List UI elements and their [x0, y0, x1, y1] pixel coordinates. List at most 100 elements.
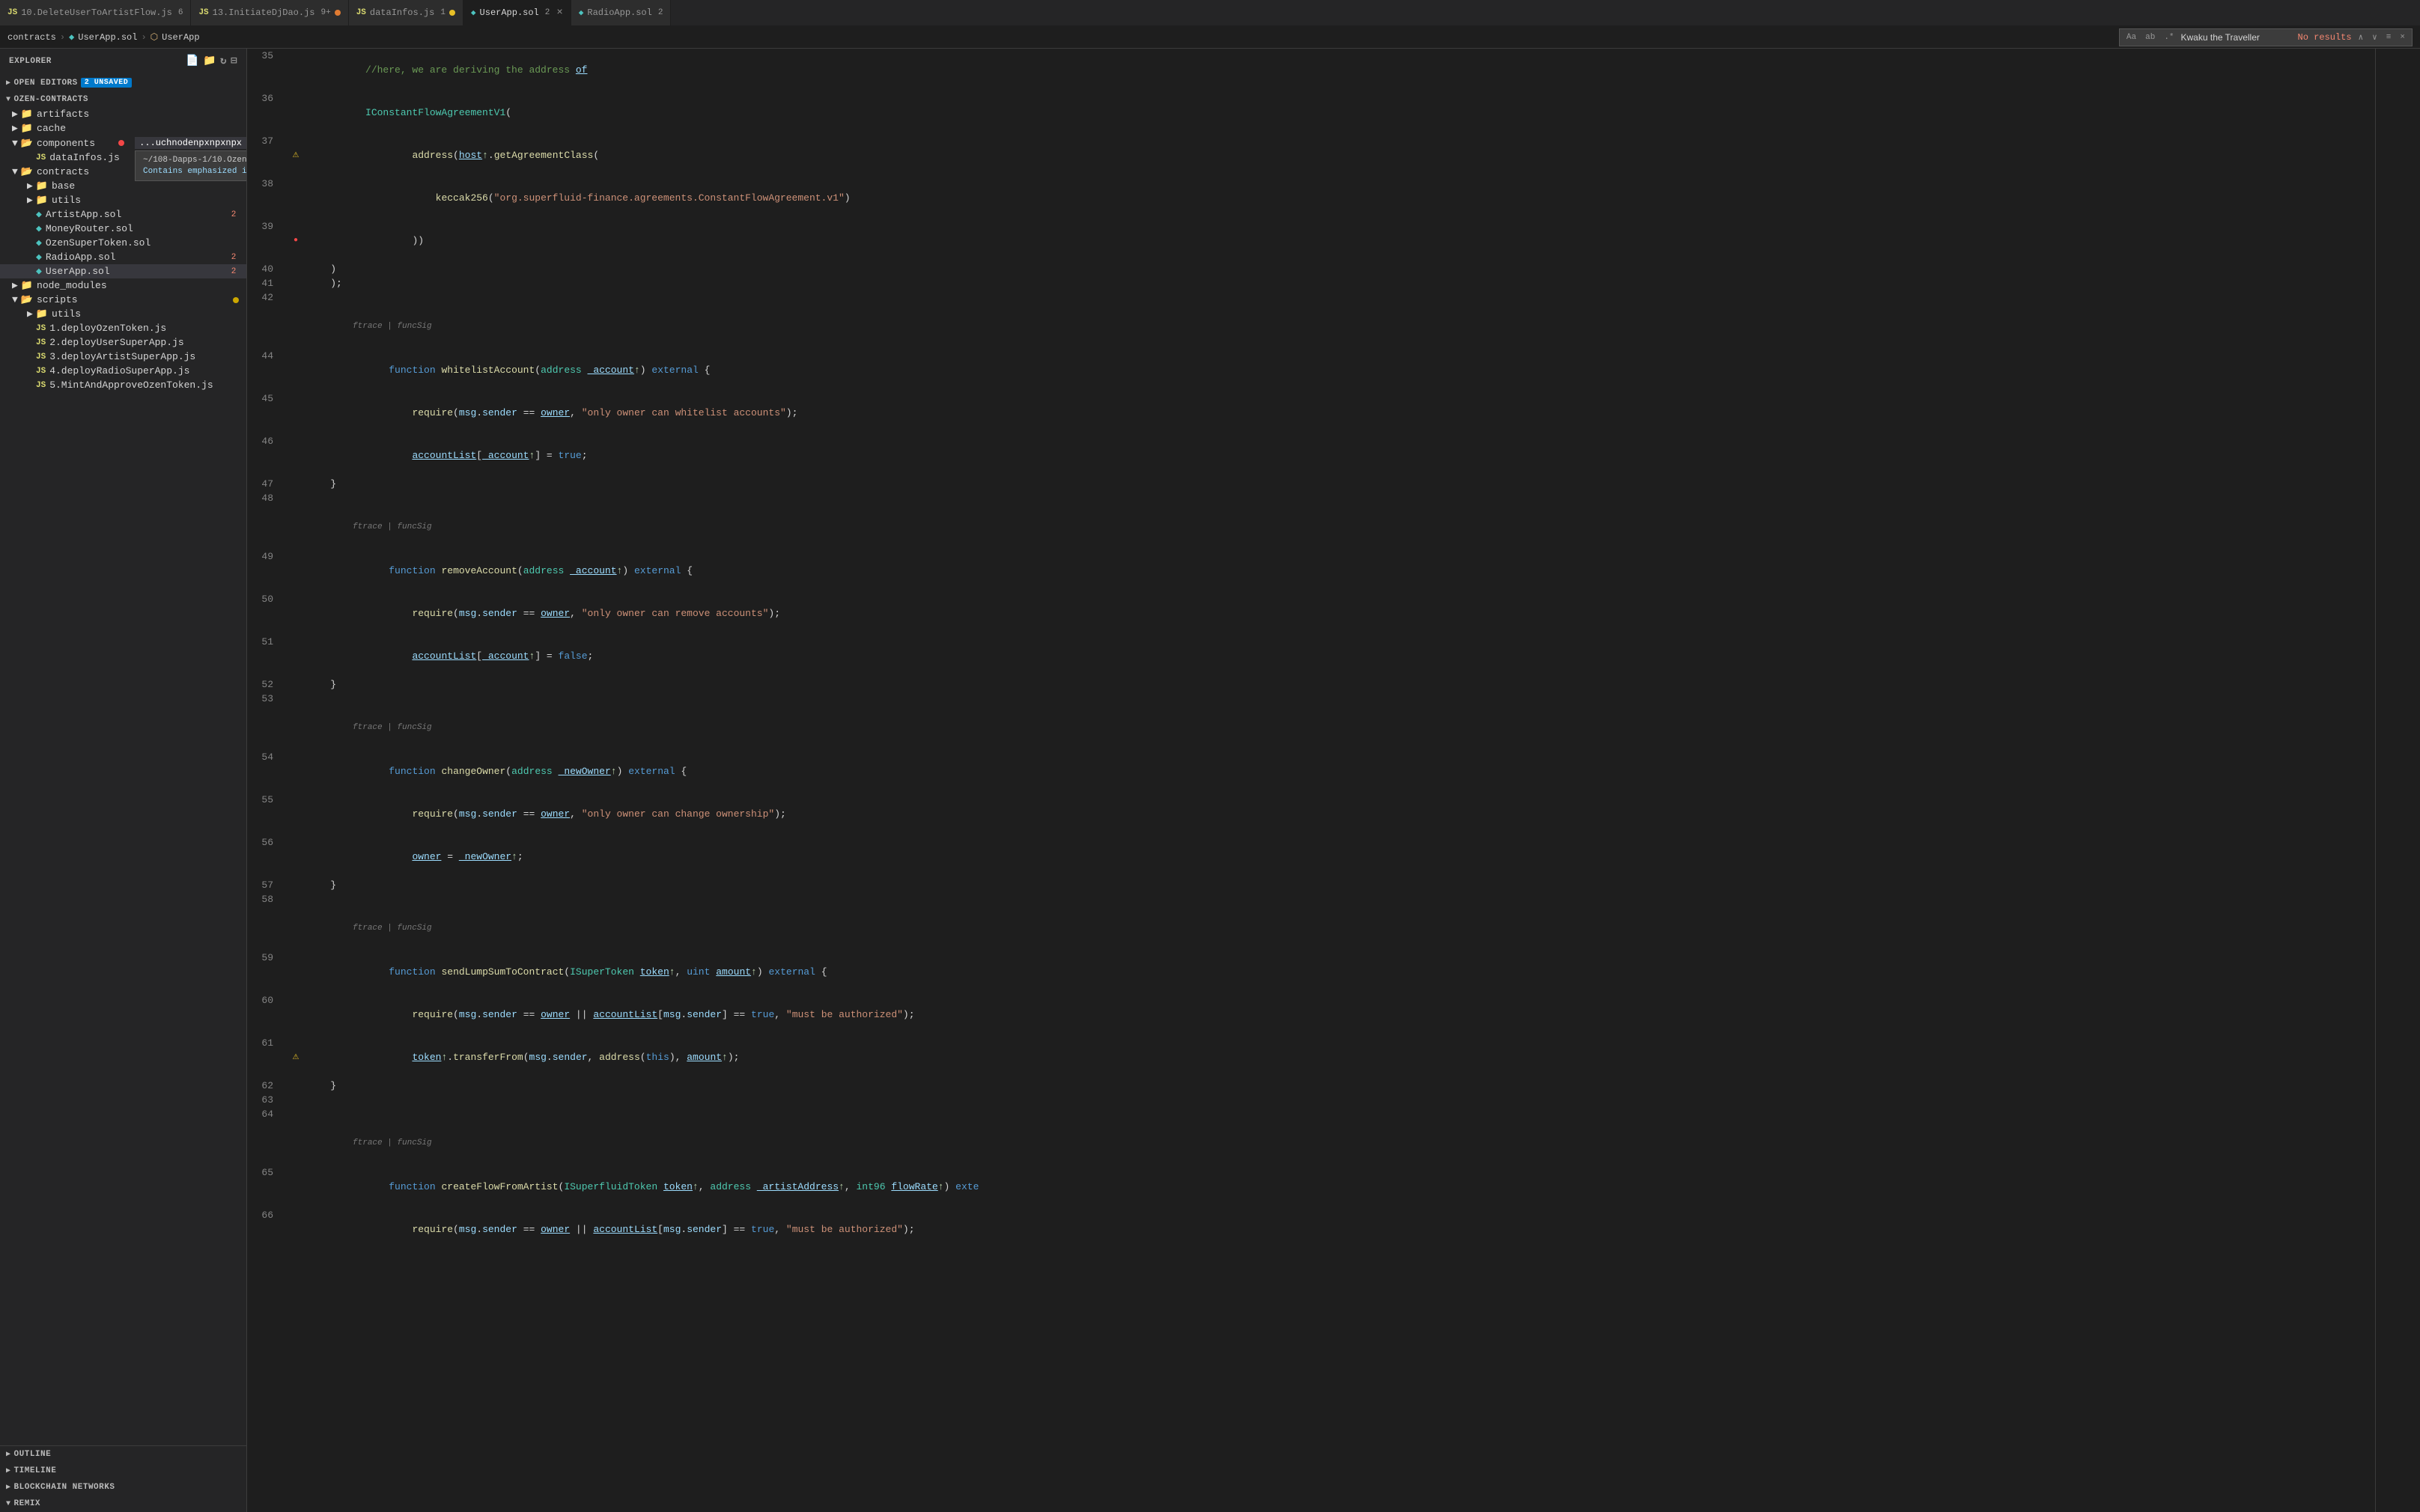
sol-file-icon: ◆ — [36, 209, 42, 220]
search-ab-icon[interactable]: ab — [2143, 32, 2157, 43]
line-number: 60 — [247, 993, 288, 1036]
tab-close-button[interactable]: × — [556, 7, 562, 19]
chevron-right-icon: ▶ — [12, 280, 18, 291]
folder-icon: 📁 — [36, 195, 48, 206]
outline-section[interactable]: ▶ OUTLINE — [0, 1446, 246, 1463]
tab-label: UserApp.sol — [480, 7, 539, 18]
folder-open-icon: 📂 — [21, 138, 33, 149]
line-gutter — [288, 906, 303, 951]
line-content: require(msg.sender == owner || accountLi… — [303, 1208, 2375, 1251]
line-number: 56 — [247, 835, 288, 878]
sidebar-item-node-modules[interactable]: ▶ 📁 node_modules — [0, 278, 246, 293]
code-line-47: 47 } — [247, 477, 2375, 491]
search-aa-icon[interactable]: Aa — [2124, 32, 2138, 43]
sidebar-item-deploy1[interactable]: JS 1.deployOzenToken.js — [0, 321, 246, 335]
sol-icon: ◆ — [471, 7, 476, 18]
collapse-icon[interactable]: ⊟ — [231, 55, 237, 67]
tab-10-delete[interactable]: JS 10.DeleteUserToArtistFlow.js 6 — [0, 0, 191, 25]
sidebar-item-deploy4[interactable]: JS 4.deployRadioSuperApp.js — [0, 364, 246, 378]
sidebar-item-userapp[interactable]: ◆ UserApp.sol 2 — [0, 264, 246, 278]
unsaved-badge: 2 UNSAVED — [81, 78, 133, 88]
tab-badge: 2 — [545, 8, 550, 17]
js-icon: JS — [7, 8, 17, 17]
sidebar-item-deploy2[interactable]: JS 2.deployUserSuperApp.js — [0, 335, 246, 350]
chevron-icon: ▶ — [6, 79, 11, 88]
chevron-right-icon: ▶ — [12, 109, 18, 120]
search-close-icon[interactable]: × — [2398, 32, 2407, 43]
sidebar-item-deploy5[interactable]: JS 5.MintAndApproveOzenToken.js — [0, 378, 246, 392]
breadcrumb-contracts[interactable]: contracts — [7, 32, 56, 43]
line-gutter-warning: ⚠ — [288, 134, 303, 177]
line-number: 51 — [247, 635, 288, 677]
search-prev-icon[interactable]: ∧ — [2356, 31, 2366, 43]
sidebar-item-utils-scripts[interactable]: ▶ 📁 utils — [0, 307, 246, 321]
sidebar-item-cache[interactable]: ▶ 📁 cache — [0, 121, 246, 135]
sidebar-item-utils-contracts[interactable]: ▶ 📁 utils — [0, 193, 246, 207]
line-number: 66 — [247, 1208, 288, 1251]
tab-radioapp[interactable]: ◆ RadioApp.sol 2 — [571, 0, 672, 25]
line-content — [303, 491, 2375, 505]
blockchain-section[interactable]: ▶ BLOCKCHAIN NETWORKS — [0, 1479, 246, 1496]
sidebar-item-scripts[interactable]: ▼ 📂 scripts — [0, 293, 246, 307]
code-line-46: 46 accountList[_account↑] = true; — [247, 434, 2375, 477]
line-content: function removeAccount(address _account↑… — [303, 549, 2375, 592]
tab-label: 13.InitiateDjDao.js — [213, 7, 315, 18]
sidebar-item-radioapp[interactable]: ◆ RadioApp.sol 2 — [0, 250, 246, 264]
line-number: 38 — [247, 177, 288, 219]
tab-userapp[interactable]: ◆ UserApp.sol 2 × — [463, 0, 571, 25]
code-line-64: 64 — [247, 1107, 2375, 1121]
folder-icon: 📁 — [36, 180, 48, 192]
project-title[interactable]: ▼ OZEN-CONTRACTS — [0, 92, 246, 107]
sidebar-item-moneyrouter[interactable]: ◆ MoneyRouter.sol — [0, 222, 246, 236]
line-number: 65 — [247, 1165, 288, 1208]
line-content — [303, 290, 2375, 305]
sidebar-item-deploy3[interactable]: JS 3.deployArtistSuperApp.js — [0, 350, 246, 364]
sidebar-header-icons: 📄 📁 ↻ ⊟ — [186, 55, 237, 67]
tree-item-label: base — [52, 180, 246, 192]
tab-13-initiate[interactable]: JS 13.InitiateDjDao.js 9+ — [191, 0, 348, 25]
js-file-icon: JS — [36, 338, 46, 347]
sidebar-item-artistapp[interactable]: ◆ ArtistApp.sol 2 — [0, 207, 246, 222]
search-input[interactable]: Kwaku the Traveller — [2181, 32, 2293, 43]
code-editor[interactable]: 35 //here, we are deriving the address o… — [247, 49, 2375, 1512]
tab-badge: 6 — [178, 8, 183, 17]
error-badge: 2 — [228, 253, 239, 262]
search-regex-icon[interactable]: .* — [2162, 32, 2176, 43]
tab-label: 10.DeleteUserToArtistFlow.js — [21, 7, 172, 18]
timeline-section[interactable]: ▶ TIMELINE — [0, 1463, 246, 1479]
line-content: IConstantFlowAgreementV1( — [303, 91, 2375, 134]
sidebar-item-components[interactable]: ▼ 📂 components ...uchnodenpxnpxnpx ~/108… — [0, 135, 246, 150]
search-menu-icon[interactable]: ≡ — [2384, 32, 2394, 43]
blockchain-label: BLOCKCHAIN NETWORKS — [14, 1483, 115, 1492]
timeline-label: TIMELINE — [14, 1466, 57, 1475]
line-content — [303, 1093, 2375, 1107]
line-content — [303, 692, 2375, 706]
chevron-down-icon: ▼ — [12, 138, 18, 149]
tab-datainfos[interactable]: JS dataInfos.js 1 — [349, 0, 463, 25]
line-number: 63 — [247, 1093, 288, 1107]
new-folder-icon[interactable]: 📁 — [203, 55, 216, 67]
code-line-41: 41 ); — [247, 276, 2375, 290]
breadcrumb-userapp-sol[interactable]: UserApp.sol — [78, 32, 137, 43]
code-line-56: 56 owner = _newOwner↑; — [247, 835, 2375, 878]
sidebar-item-artifacts[interactable]: ▶ 📁 artifacts — [0, 107, 246, 121]
new-file-icon[interactable]: 📄 — [186, 55, 199, 67]
code-line-44: 44 function whitelistAccount(address _ac… — [247, 349, 2375, 391]
remix-section[interactable]: ▼ REMIX — [0, 1496, 246, 1512]
js-file-icon: JS — [36, 324, 46, 333]
js-file-icon: JS — [36, 381, 46, 390]
open-editors-label: OPEN EDITORS — [14, 79, 78, 88]
sidebar-item-ozensupertoken[interactable]: ◆ OzenSuperToken.sol — [0, 236, 246, 250]
search-next-icon[interactable]: ∨ — [2370, 31, 2380, 43]
js-file-icon: JS — [36, 153, 46, 162]
refresh-icon[interactable]: ↻ — [220, 55, 227, 67]
sidebar: EXPLORER 📄 📁 ↻ ⊟ ▶ OPEN EDITORS 2 UNSAVE… — [0, 49, 247, 1512]
line-content: } — [303, 878, 2375, 892]
breadcrumb-userapp-class[interactable]: UserApp — [162, 32, 199, 43]
line-gutter — [288, 835, 303, 878]
line-number: 58 — [247, 892, 288, 906]
code-line-54: 54 function changeOwner(address _newOwne… — [247, 750, 2375, 793]
open-editors-title[interactable]: ▶ OPEN EDITORS 2 UNSAVED — [0, 75, 246, 91]
tree-item-label: 1.deployOzenToken.js — [49, 323, 246, 334]
hint-content: ftrace | funcSig — [303, 706, 2375, 750]
